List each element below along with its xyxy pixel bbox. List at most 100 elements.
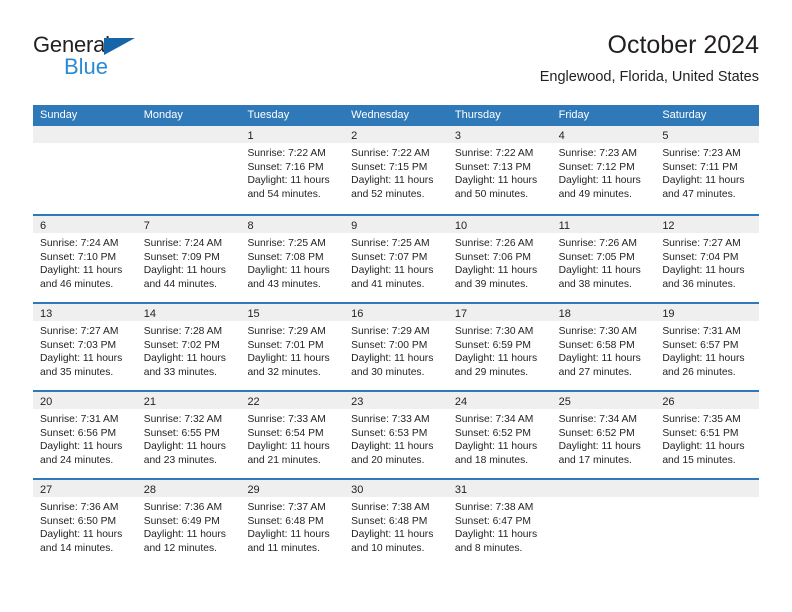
day-number: 4 xyxy=(558,130,565,142)
daylight-text-line1: Daylight: 11 hours xyxy=(143,529,226,541)
day-number: 3 xyxy=(454,130,461,142)
calendar-day-cell[interactable]: 31 Sunrise: 7:38 AM Sunset: 6:47 PM Dayligh… xyxy=(447,480,552,566)
calendar-day-cell[interactable]: 12 Sunrise: 7:27 AM Sunset: 7:04 PM Dayligh… xyxy=(655,216,760,302)
calendar-day-cell[interactable]: 15 Sunrise: 7:29 AM Sunset: 7:01 PM Dayligh… xyxy=(240,304,345,390)
daylight-text-line1: Daylight: 11 hours xyxy=(247,175,330,187)
day-number: 2 xyxy=(351,130,358,142)
daylight-text-line2: and 12 minutes. xyxy=(143,542,217,554)
day-number: 10 xyxy=(454,220,468,232)
sunset-text: Sunset: 7:15 PM xyxy=(351,161,428,173)
daylight-text-line1: Daylight: 11 hours xyxy=(40,353,123,365)
day-number-band: 16 xyxy=(344,304,448,321)
daylight-text-line2: and 39 minutes. xyxy=(454,278,529,290)
day-number: 28 xyxy=(143,484,156,496)
sunrise-text: Sunrise: 7:38 AM xyxy=(351,502,430,513)
daylight-text-line1: Daylight: 11 hours xyxy=(40,441,123,453)
calendar-day-cell-empty xyxy=(136,126,241,214)
calendar-day-cell[interactable]: 10 Sunrise: 7:26 AM Sunset: 7:06 PM Dayligh… xyxy=(447,216,552,302)
calendar-day-cell[interactable]: 22 Sunrise: 7:33 AM Sunset: 6:54 PM Dayligh… xyxy=(240,392,345,478)
day-number: 21 xyxy=(143,396,156,408)
sunset-text: Sunset: 7:08 PM xyxy=(247,251,324,263)
weekday-header-saturday: Saturday xyxy=(662,109,707,121)
sunrise-text: Sunrise: 7:37 AM xyxy=(247,502,326,513)
calendar-day-cell[interactable]: 7 Sunrise: 7:24 AM Sunset: 7:09 PM Daylight… xyxy=(136,216,241,302)
calendar-day-cell[interactable]: 26 Sunrise: 7:35 AM Sunset: 6:51 PM Dayligh… xyxy=(655,392,760,478)
sunset-text: Sunset: 7:13 PM xyxy=(454,161,532,173)
logo-triangle-icon xyxy=(104,38,135,55)
daylight-text-line2: and 14 minutes. xyxy=(40,542,114,554)
daylight-text-line2: and 11 minutes. xyxy=(247,542,320,554)
day-sun-info: Sunrise: 7:22 AM Sunset: 7:15 PM Daylight:… xyxy=(344,143,448,201)
sunrise-text: Sunrise: 7:27 AM xyxy=(40,326,119,337)
day-sun-info: Sunrise: 7:27 AM Sunset: 7:04 PM Daylight:… xyxy=(655,233,759,291)
weekday-header-row: Sunday Monday Tuesday Wednesday Thursday… xyxy=(33,105,759,126)
day-number-band: 18 xyxy=(551,304,656,321)
day-number-band: 26 xyxy=(655,392,760,409)
general-blue-logo[interactable]: General Blue xyxy=(33,30,233,86)
calendar-day-cell[interactable]: 3 Sunrise: 7:22 AM Sunset: 7:13 PM Daylight… xyxy=(447,126,552,214)
daylight-text-line2: and 43 minutes. xyxy=(247,278,321,290)
calendar-day-cell[interactable]: 28 Sunrise: 7:36 AM Sunset: 6:49 PM Dayligh… xyxy=(136,480,241,566)
day-sun-info: Sunrise: 7:28 AM Sunset: 7:02 PM Daylight:… xyxy=(137,321,241,379)
daylight-text-line1: Daylight: 11 hours xyxy=(247,353,330,365)
calendar-day-cell[interactable]: 18 Sunrise: 7:30 AM Sunset: 6:58 PM Dayligh… xyxy=(551,304,656,390)
day-number: 16 xyxy=(351,308,364,320)
daylight-text-line1: Daylight: 11 hours xyxy=(247,441,330,453)
sunrise-text: Sunrise: 7:36 AM xyxy=(143,502,223,513)
day-number: 13 xyxy=(40,308,53,320)
day-sun-info: Sunrise: 7:35 AM Sunset: 6:51 PM Daylight:… xyxy=(655,409,759,467)
calendar-day-cell[interactable]: 21 Sunrise: 7:32 AM Sunset: 6:55 PM Dayligh… xyxy=(136,392,241,478)
day-number: 23 xyxy=(351,396,364,408)
sunset-text: Sunset: 7:04 PM xyxy=(662,251,739,263)
daylight-text-line1: Daylight: 11 hours xyxy=(662,265,745,277)
sunset-text: Sunset: 6:52 PM xyxy=(558,427,635,439)
calendar-day-cell[interactable]: 25 Sunrise: 7:34 AM Sunset: 6:52 PM Dayligh… xyxy=(551,392,656,478)
logo-text-blue: Blue xyxy=(64,54,109,79)
sunset-text: Sunset: 6:47 PM xyxy=(454,515,532,527)
sunrise-text: Sunrise: 7:25 AM xyxy=(247,238,326,249)
day-number: 12 xyxy=(662,220,675,232)
calendar-day-cell[interactable]: 24 Sunrise: 7:34 AM Sunset: 6:52 PM Dayligh… xyxy=(447,392,552,478)
sunset-text: Sunset: 7:02 PM xyxy=(143,339,220,351)
calendar-day-cell[interactable]: 17 Sunrise: 7:30 AM Sunset: 6:59 PM Dayligh… xyxy=(447,304,552,390)
calendar-day-cell[interactable]: 1 Sunrise: 7:22 AM Sunset: 7:16 PM Daylight… xyxy=(240,126,345,214)
daylight-text-line2: and 47 minutes. xyxy=(662,188,736,200)
daylight-text-line2: and 17 minutes. xyxy=(558,454,632,466)
calendar-day-cell[interactable]: 13 Sunrise: 7:27 AM Sunset: 7:03 PM Dayligh… xyxy=(33,304,137,390)
sunset-text: Sunset: 6:53 PM xyxy=(351,427,428,439)
calendar-day-cell[interactable]: 11 Sunrise: 7:26 AM Sunset: 7:05 PM Dayligh… xyxy=(551,216,656,302)
daylight-text-line1: Daylight: 11 hours xyxy=(143,353,226,365)
sunset-text: Sunset: 6:54 PM xyxy=(247,427,324,439)
calendar-day-cell[interactable]: 2 Sunrise: 7:22 AM Sunset: 7:15 PM Daylight… xyxy=(344,126,448,214)
calendar-day-cell[interactable]: 19 Sunrise: 7:31 AM Sunset: 6:57 PM Dayligh… xyxy=(655,304,760,390)
daylight-text-line2: and 54 minutes. xyxy=(247,188,321,200)
day-number-band: 8 xyxy=(240,216,345,233)
calendar-day-cell[interactable]: 29 Sunrise: 7:37 AM Sunset: 6:48 PM Dayligh… xyxy=(240,480,345,566)
sunrise-text: Sunrise: 7:30 AM xyxy=(558,326,638,337)
calendar-day-cell[interactable]: 14 Sunrise: 7:28 AM Sunset: 7:02 PM Dayligh… xyxy=(136,304,241,390)
weekday-header-sunday: Sunday xyxy=(40,109,78,121)
day-number-band: 6 xyxy=(33,216,137,233)
day-sun-info: Sunrise: 7:29 AM Sunset: 7:01 PM Daylight:… xyxy=(240,321,344,379)
calendar-day-cell[interactable]: 27 Sunrise: 7:36 AM Sunset: 6:50 PM Dayligh… xyxy=(33,480,137,566)
calendar-day-cell[interactable]: 4 Sunrise: 7:23 AM Sunset: 7:12 PM Daylight… xyxy=(551,126,656,214)
day-sun-info: Sunrise: 7:22 AM Sunset: 7:16 PM Daylight:… xyxy=(240,143,344,201)
day-number: 14 xyxy=(143,308,156,320)
calendar-day-cell[interactable]: 6 Sunrise: 7:24 AM Sunset: 7:10 PM Daylight… xyxy=(33,216,137,302)
daylight-text-line2: and 18 minutes. xyxy=(454,454,529,466)
calendar-day-cell[interactable]: 16 Sunrise: 7:29 AM Sunset: 7:00 PM Dayligh… xyxy=(344,304,448,390)
calendar-day-cell[interactable]: 9 Sunrise: 7:25 AM Sunset: 7:07 PM Daylight… xyxy=(344,216,448,302)
calendar-day-cell[interactable]: 8 Sunrise: 7:25 AM Sunset: 7:08 PM Daylight… xyxy=(240,216,345,302)
sunset-text: Sunset: 7:10 PM xyxy=(40,251,117,263)
sunrise-text: Sunrise: 7:25 AM xyxy=(351,238,430,249)
calendar-day-cell[interactable]: 23 Sunrise: 7:33 AM Sunset: 6:53 PM Dayligh… xyxy=(344,392,448,478)
calendar-page: General Blue October 2024 Englewood, Flo… xyxy=(0,0,792,612)
sunrise-text: Sunrise: 7:23 AM xyxy=(558,148,638,159)
sunset-text: Sunset: 7:16 PM xyxy=(247,161,324,173)
calendar-day-cell[interactable]: 30 Sunrise: 7:38 AM Sunset: 6:48 PM Dayligh… xyxy=(344,480,448,566)
day-number: 19 xyxy=(662,308,675,320)
calendar-day-cell[interactable]: 20 Sunrise: 7:31 AM Sunset: 6:56 PM Dayligh… xyxy=(33,392,137,478)
calendar-day-cell-empty xyxy=(551,480,656,566)
calendar-day-cell[interactable]: 5 Sunrise: 7:23 AM Sunset: 7:11 PM Daylight… xyxy=(655,126,760,214)
sunset-text: Sunset: 6:50 PM xyxy=(40,515,117,527)
